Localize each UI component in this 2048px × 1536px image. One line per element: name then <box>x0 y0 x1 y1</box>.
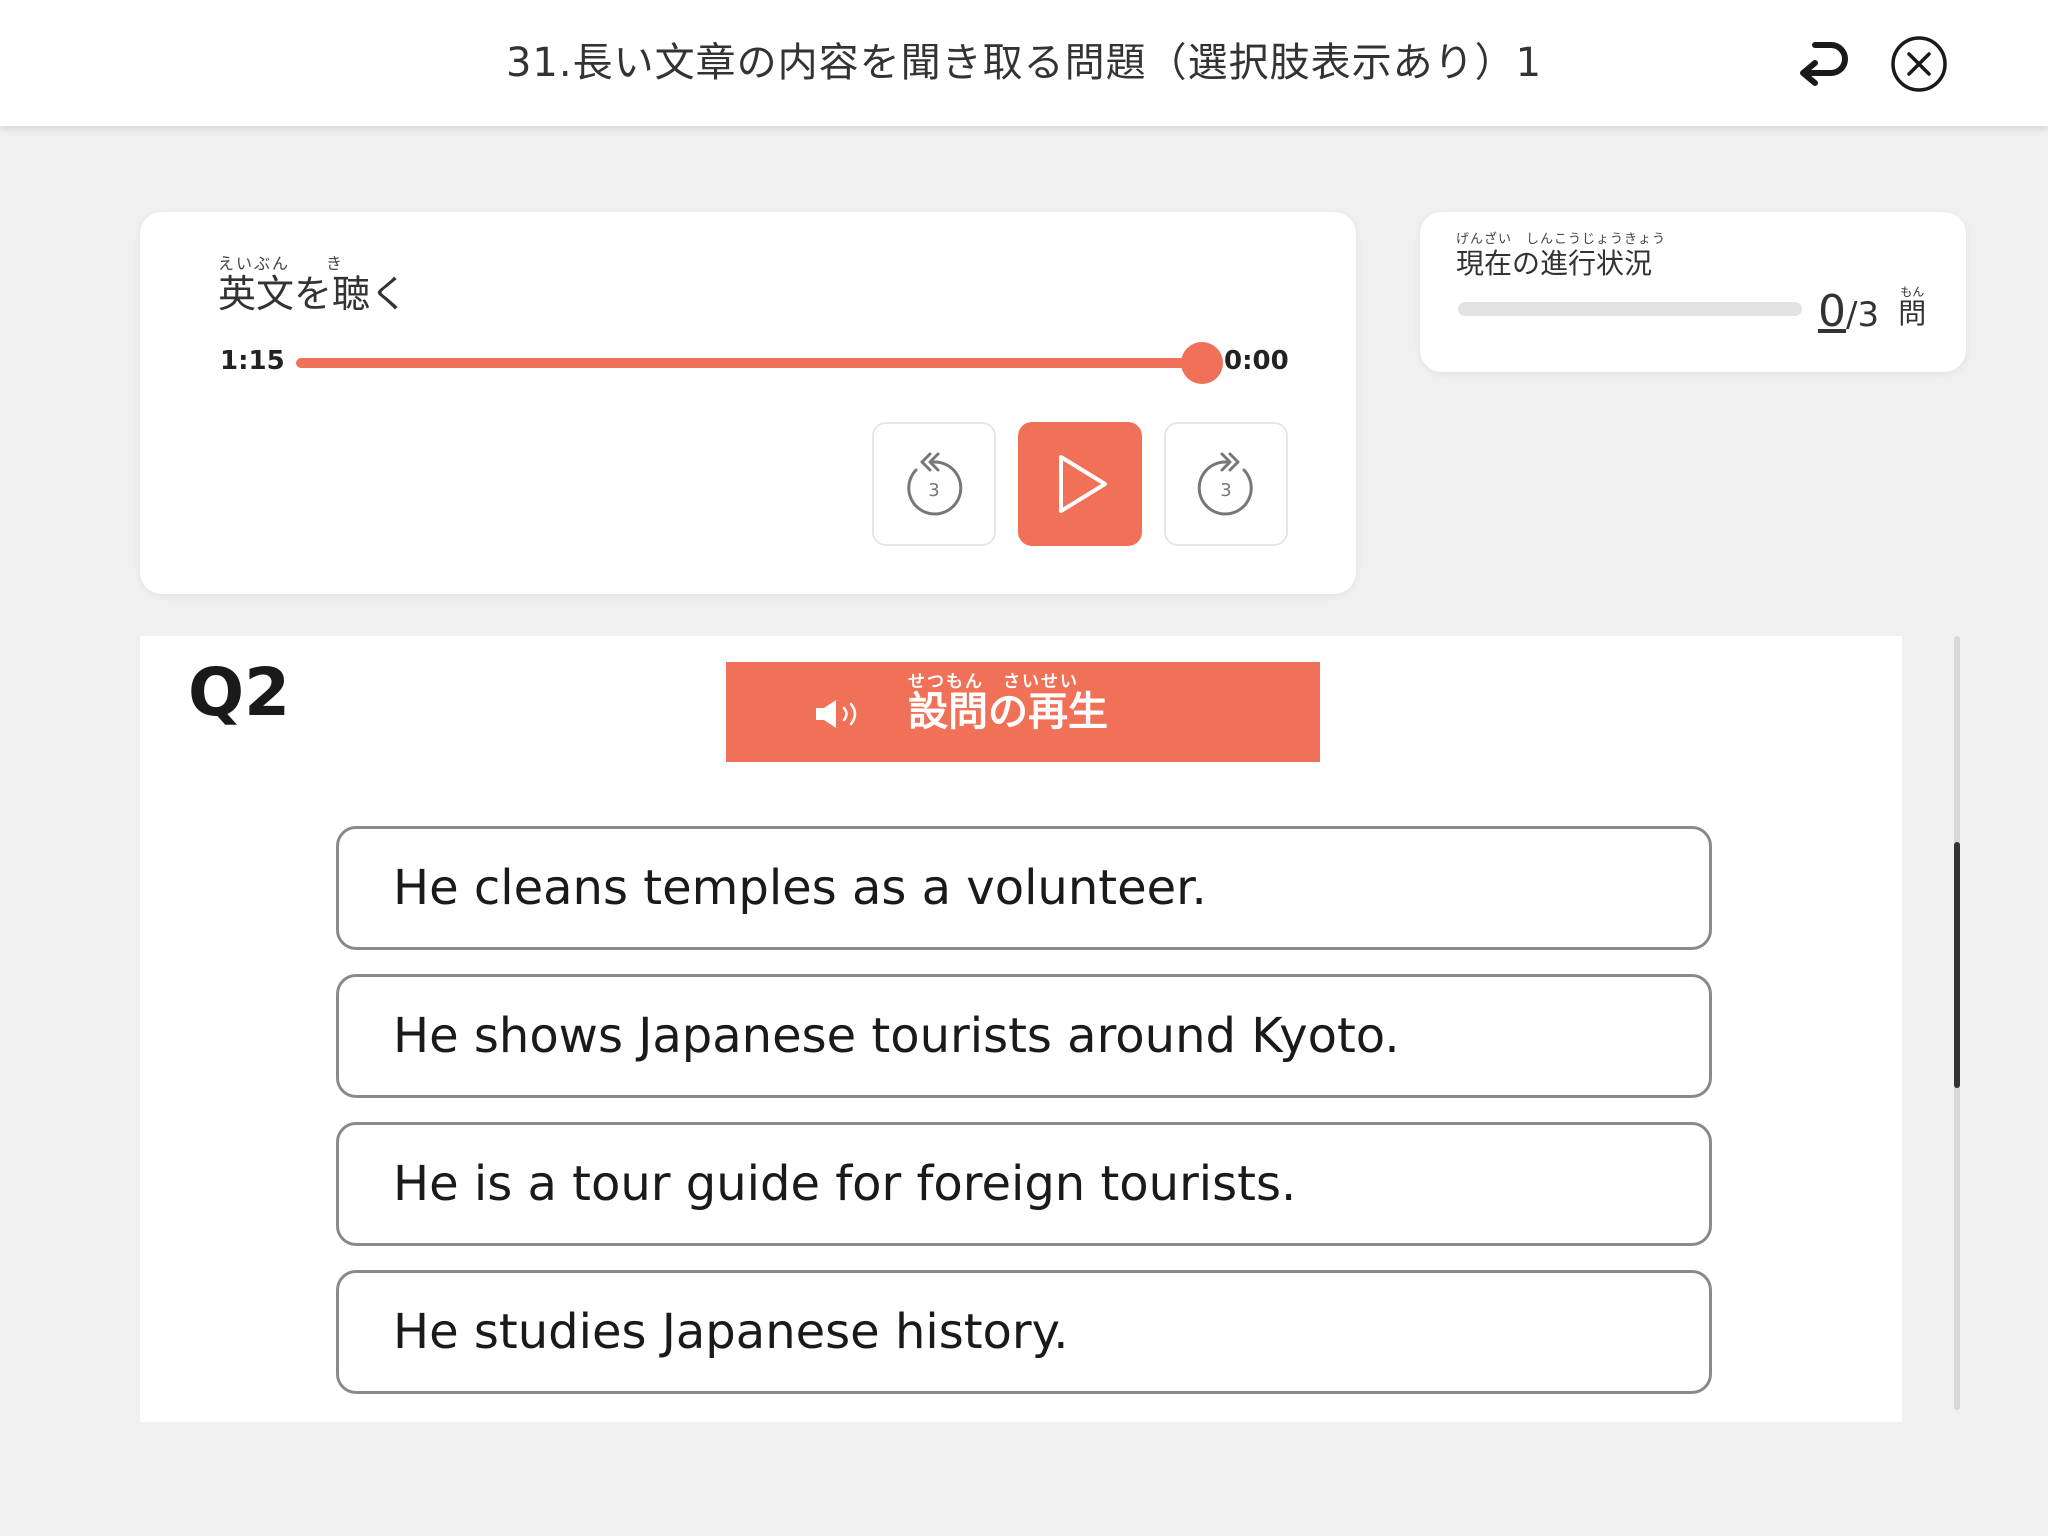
rewind-seconds-label: 3 <box>928 480 939 501</box>
play-question-text: 設問の再生 <box>908 689 1108 735</box>
play-button[interactable] <box>1018 422 1142 546</box>
play-question-ruby: せつもん さいせい <box>908 672 1079 692</box>
forward-3-button[interactable]: 3 <box>1164 422 1288 546</box>
progress-bar <box>1458 302 1802 316</box>
progress-heading-ruby: げんざい しんこうじょうきょう <box>1456 232 1667 247</box>
choice-1[interactable]: He cleans temples as a volunteer. <box>336 826 1712 950</box>
close-button[interactable] <box>1888 33 1950 95</box>
forward-seconds-label: 3 <box>1220 480 1231 501</box>
play-question-label: せつもん さいせい 設問の再生 <box>908 672 1108 735</box>
time-elapsed: 0:00 <box>1224 346 1289 376</box>
progress-heading: げんざい しんこうじょうきょう 現在の進行状況 <box>1456 232 1666 280</box>
top-bar: 31.長い文章の内容を聞き取る問題（選択肢表示あり）1 <box>0 0 2048 126</box>
player-heading: えいぶん き 英文を聴く <box>218 254 409 317</box>
seek-handle[interactable] <box>1181 342 1223 384</box>
progress-unit-text: 問 <box>1898 297 1927 330</box>
page-title: 31.長い文章の内容を聞き取る問題（選択肢表示あり）1 <box>505 40 1543 86</box>
speaker-icon <box>816 700 857 728</box>
progress-total: /3 <box>1846 295 1880 335</box>
audio-seek-bar[interactable] <box>296 342 1223 384</box>
progress-current: 0 <box>1818 286 1846 337</box>
choice-3[interactable]: He is a tour guide for foreign tourists. <box>336 1122 1712 1246</box>
rewind-icon: 3 <box>907 452 963 516</box>
choice-4[interactable]: He studies Japanese history. <box>336 1270 1712 1394</box>
question-number: Q2 <box>188 654 291 731</box>
back-button[interactable] <box>1790 30 1860 94</box>
progress-card: げんざい しんこうじょうきょう 現在の進行状況 0/3 もん 問 <box>1420 212 1966 372</box>
question-panel: Q2 せつもん さいせい 設問の再生 He cleans temples as … <box>140 636 1902 1422</box>
close-circle-icon <box>1891 36 1947 92</box>
fast-forward-icon: 3 <box>1197 452 1253 516</box>
undo-arrow-icon <box>1800 42 1848 86</box>
scrollbar-thumb[interactable] <box>1954 842 1960 1088</box>
player-heading-ruby: えいぶん き <box>218 254 345 273</box>
player-heading-text: 英文を聴く <box>218 272 409 316</box>
progress-unit: もん 問 <box>1898 286 1926 330</box>
progress-count: 0/3 もん 問 <box>1818 286 1926 337</box>
progress-heading-text: 現在の進行状況 <box>1456 247 1653 280</box>
play-icon <box>1059 455 1107 513</box>
rewind-3-button[interactable]: 3 <box>872 422 996 546</box>
play-question-button[interactable]: せつもん さいせい 設問の再生 <box>726 662 1320 762</box>
choice-2[interactable]: He shows Japanese tourists around Kyoto. <box>336 974 1712 1098</box>
time-remaining: 1:15 <box>220 346 285 376</box>
audio-player-card: えいぶん き 英文を聴く 1:15 0:00 3 3 <box>140 212 1356 594</box>
